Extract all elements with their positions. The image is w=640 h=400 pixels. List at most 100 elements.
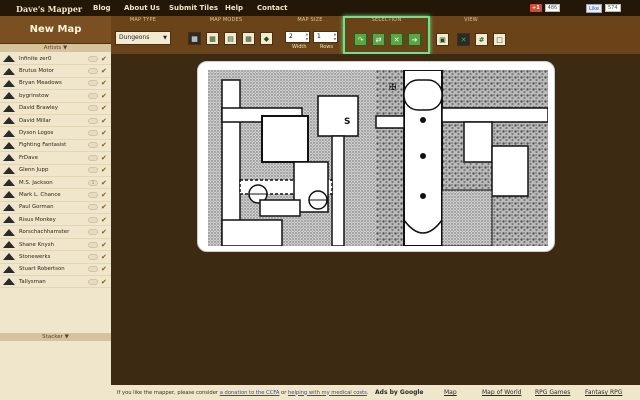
artist-check-icon[interactable]: ✔ — [101, 216, 107, 224]
artist-row[interactable]: Stonewerks ✔ — [0, 251, 111, 264]
artist-toggle[interactable] — [88, 278, 98, 285]
stepper-arrows-icon[interactable]: ▲ ▼ — [306, 32, 308, 42]
artist-check-icon[interactable]: ✔ — [101, 203, 107, 211]
artist-check-icon[interactable]: ✔ — [101, 278, 107, 286]
artist-toggle[interactable] — [88, 154, 98, 161]
artist-check-icon[interactable]: ✔ — [101, 79, 107, 87]
artist-row[interactable]: Bryan Meadows ✔ — [0, 78, 111, 91]
artist-row[interactable]: Fighting Fantasist ✔ — [0, 140, 111, 153]
map-frame[interactable]: S ✠ — [197, 61, 555, 252]
artist-toggle[interactable] — [88, 142, 98, 149]
view-border-button[interactable]: □ — [493, 33, 506, 46]
stacker-section-header[interactable]: Stacker ▼ — [0, 333, 111, 341]
artist-toggle[interactable] — [88, 55, 98, 62]
artist-row[interactable]: Tallysman ✔ — [0, 276, 111, 289]
footer-link-map[interactable]: Map — [444, 389, 457, 396]
footer-link-map-of-world[interactable]: Map of World — [482, 389, 521, 396]
artist-row[interactable]: Infinite zer0 ✔ — [0, 53, 111, 66]
map-type-select[interactable]: Dungeons ▼ — [115, 31, 171, 45]
artist-check-icon[interactable]: ✔ — [101, 253, 107, 261]
mode-grid-large-button[interactable]: ▦ — [242, 32, 255, 45]
donation-link[interactable]: a donation to the CCFA — [220, 390, 280, 396]
artists-section-header[interactable]: Artists ▼ — [0, 44, 111, 52]
artist-check-icon[interactable]: ✔ — [101, 241, 107, 249]
artist-toggle[interactable] — [88, 130, 98, 137]
artist-row[interactable]: Rorschachhamster ✔ — [0, 226, 111, 239]
artist-row[interactable]: Dyson Logos ✔ — [0, 127, 111, 140]
artist-row[interactable]: Brutus Motor ✔ — [0, 65, 111, 78]
medical-costs-link[interactable]: helping with my medical costs — [288, 390, 367, 396]
artist-check-icon[interactable]: ✔ — [101, 265, 107, 273]
rows-stepper[interactable]: 1 ▲ ▼ — [313, 31, 338, 43]
nav-blog[interactable]: Blog — [93, 4, 111, 12]
artist-row[interactable]: Risus Monkey ✔ — [0, 214, 111, 227]
artist-check-icon[interactable]: ✔ — [101, 92, 107, 100]
artist-check-icon[interactable]: ✔ — [101, 55, 107, 63]
ads-by-google-label[interactable]: Ads by Google — [375, 389, 423, 396]
artist-check-icon[interactable]: ✔ — [101, 166, 107, 174]
artist-row[interactable]: Glenn Jupp ✔ — [0, 165, 111, 177]
artist-toggle[interactable] — [88, 80, 98, 87]
artist-tile-icon — [2, 104, 16, 113]
rotate-tile-button[interactable]: ↷ — [354, 33, 367, 46]
artist-check-icon[interactable]: ✔ — [101, 154, 107, 162]
facebook-like-widget[interactable]: Like 574 — [586, 3, 621, 13]
artist-row[interactable]: FrDave ✔ — [0, 152, 111, 165]
rows-value: 1 — [317, 33, 321, 40]
new-map-button[interactable]: New Map — [0, 16, 111, 44]
footer-link-fantasy-rpg[interactable]: Fantasy RPG — [585, 389, 622, 396]
next-tile-button[interactable]: ➔ — [408, 33, 421, 46]
artist-toggle[interactable] — [88, 266, 98, 273]
artist-toggle[interactable] — [88, 68, 98, 75]
footer-link-rpg-games[interactable]: RPG Games — [535, 389, 570, 396]
mode-grid-rows-button[interactable]: ▤ — [224, 32, 237, 45]
stepper-arrows-icon[interactable]: ▲ ▼ — [334, 32, 336, 42]
artist-toggle[interactable] — [88, 216, 98, 223]
gplus-widget[interactable]: +1 486 — [530, 3, 561, 13]
artist-check-icon[interactable]: ✔ — [101, 228, 107, 236]
nav-submit-tiles[interactable]: Submit Tiles — [169, 4, 218, 12]
brand-logo[interactable]: Dave's Mapper — [16, 4, 82, 14]
view-no-grid-button[interactable]: ✕ — [457, 33, 470, 46]
artist-check-icon[interactable]: ✔ — [101, 67, 107, 75]
nav-contact[interactable]: Contact — [257, 4, 288, 12]
artist-check-icon[interactable]: ✔ — [101, 104, 107, 112]
artist-row[interactable]: Stuart Robertson ✔ — [0, 264, 111, 277]
rows-label: Rows — [320, 44, 334, 50]
artist-toggle[interactable] — [88, 204, 98, 211]
artist-row[interactable]: David Millar ✔ — [0, 115, 111, 128]
facebook-like-button[interactable]: Like — [586, 3, 602, 13]
artist-check-icon[interactable]: ✔ — [101, 191, 107, 199]
view-grid-button[interactable]: # — [475, 33, 488, 46]
artist-row[interactable]: bygrinstow ✔ — [0, 90, 111, 103]
mode-grid-2x2-button[interactable]: ▦ — [188, 32, 201, 45]
view-save-button[interactable]: ▣ — [436, 33, 449, 46]
artist-toggle[interactable] — [88, 229, 98, 236]
artist-row[interactable]: Paul Gorman ✔ — [0, 202, 111, 215]
artist-toggle[interactable] — [88, 253, 98, 260]
gplus-button[interactable]: +1 — [530, 4, 542, 12]
artist-toggle[interactable] — [88, 167, 98, 174]
nav-help[interactable]: Help — [225, 4, 243, 12]
artist-row[interactable]: Shane Knysh ✔ — [0, 239, 111, 252]
mode-grid-4-button[interactable]: ▦ — [206, 32, 219, 45]
remove-tile-button[interactable]: ✕ — [390, 33, 403, 46]
artist-row[interactable]: David Brawley ✔ — [0, 103, 111, 115]
artist-toggle[interactable] — [88, 117, 98, 124]
dungeon-map-image[interactable]: S ✠ — [208, 70, 548, 246]
mode-3d-cube-button[interactable]: ◆ — [260, 32, 273, 45]
artist-row[interactable]: Mark L. Chance ✔ — [0, 189, 111, 202]
artist-toggle[interactable] — [88, 92, 98, 99]
artist-toggle[interactable] — [88, 105, 98, 112]
artist-toggle[interactable] — [88, 191, 98, 198]
artist-toggle[interactable]: 1 — [88, 179, 98, 186]
artist-row[interactable]: M.S. Jackson 1 ✔ — [0, 177, 111, 190]
artist-check-icon[interactable]: ✔ — [101, 179, 107, 187]
artist-toggle[interactable] — [88, 241, 98, 248]
artist-check-icon[interactable]: ✔ — [101, 129, 107, 137]
artist-check-icon[interactable]: ✔ — [101, 117, 107, 125]
nav-about-us[interactable]: About Us — [124, 4, 160, 12]
mirror-tile-button[interactable]: ⇄ — [372, 33, 385, 46]
artist-check-icon[interactable]: ✔ — [101, 141, 107, 149]
width-stepper[interactable]: 2 ▲ ▼ — [285, 31, 310, 43]
